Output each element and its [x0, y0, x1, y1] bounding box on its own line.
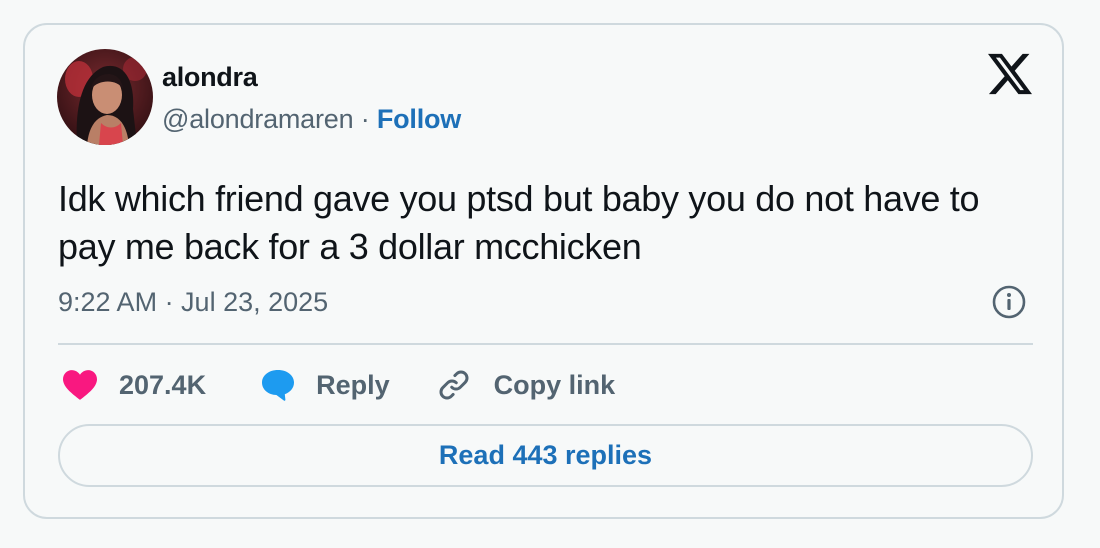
reply-button[interactable]: Reply	[260, 368, 390, 402]
handle-row: @alondramaren · Follow	[162, 104, 461, 135]
separator-dot: ·	[360, 104, 377, 134]
tweet-text: Idk which friend gave you ptsd but baby …	[58, 178, 980, 267]
like-button[interactable]: 207.4K	[63, 370, 206, 401]
x-logo-icon[interactable]	[988, 53, 1032, 95]
speech-bubble-icon	[260, 368, 316, 402]
tweet-timestamp[interactable]: 9:22 AM · Jul 23, 2025	[58, 287, 328, 318]
copy-link-button[interactable]: Copy link	[436, 367, 616, 403]
heart-icon	[63, 370, 119, 400]
likes-count: 207.4K	[119, 369, 207, 400]
display-name[interactable]: alondra	[162, 62, 258, 93]
action-bar: 207.4K Reply Copy link	[63, 365, 615, 405]
reply-label: Reply	[316, 369, 390, 400]
read-replies-label: Read 443 replies	[438, 440, 653, 470]
avatar[interactable]	[57, 49, 153, 145]
link-icon	[436, 367, 494, 403]
divider	[58, 343, 1033, 345]
follow-button[interactable]: Follow	[377, 104, 461, 134]
info-icon[interactable]	[990, 283, 1028, 321]
tweet-card[interactable]: alondra @alondramaren · Follow Idk which…	[23, 23, 1064, 519]
user-handle[interactable]: @alondramaren	[162, 104, 354, 134]
read-replies-button[interactable]: Read 443 replies	[58, 424, 1033, 487]
copy-link-label: Copy link	[493, 369, 616, 400]
